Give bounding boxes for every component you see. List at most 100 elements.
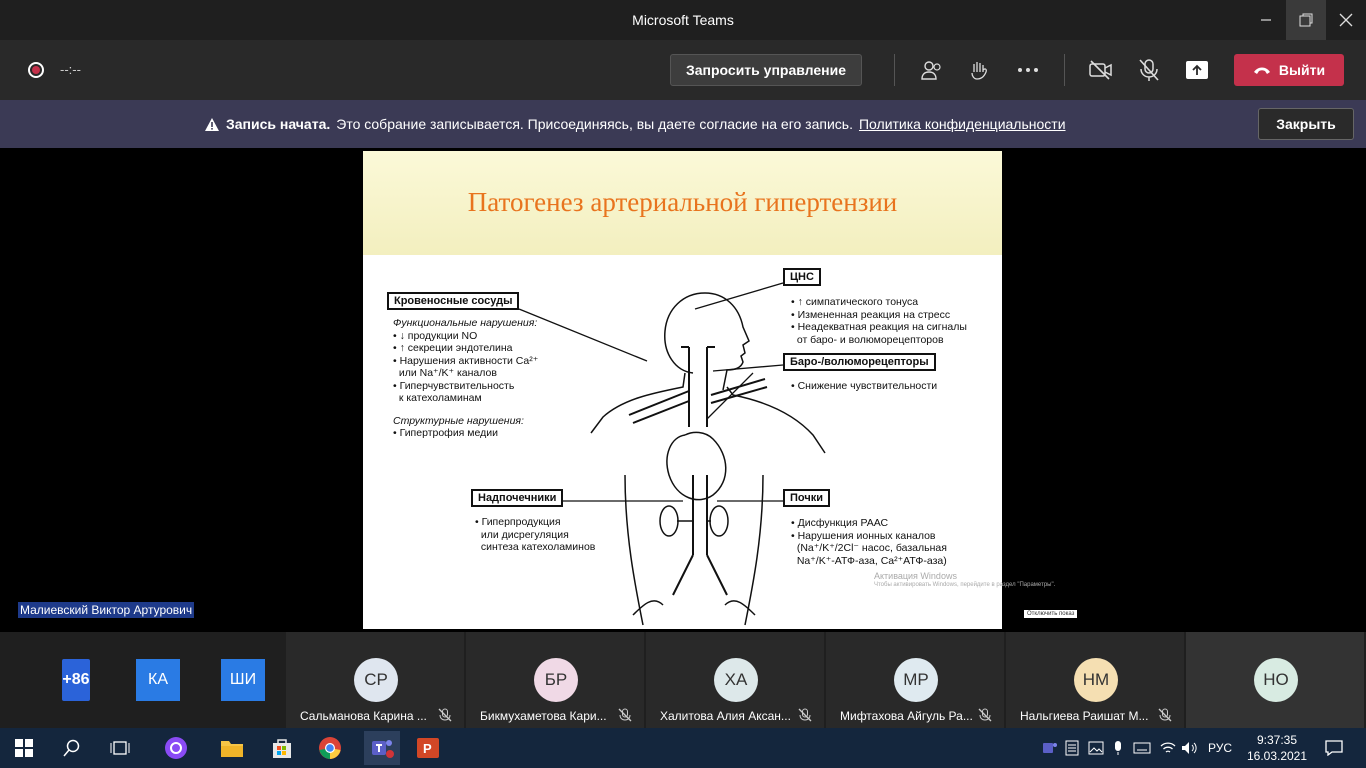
mic-muted-icon <box>978 708 992 722</box>
teams-icon <box>372 740 394 758</box>
kidney-l4: Na⁺/K⁺-АТФ-аза, Ca²⁺АТФ-аза) <box>791 554 947 567</box>
start-button[interactable] <box>10 734 38 762</box>
vessels-f2: • ↑ секреции эндотелина <box>393 342 513 354</box>
request-control-button[interactable]: Запросить управление <box>670 54 862 86</box>
wifi-icon <box>1160 742 1176 753</box>
vessels-s1: • Гипертрофия медии <box>393 427 498 439</box>
participant-tile[interactable]: БР Бикмухаметова Кари... <box>466 632 644 728</box>
activation-watermark: Активация Windows <box>874 571 957 581</box>
camera-off-icon <box>1089 60 1112 80</box>
vessels-header: Кровеносные сосуды <box>387 292 520 310</box>
participant-tile[interactable]: НО <box>1186 632 1364 728</box>
participant-tile[interactable]: ХА Халитова Алия Аксан... <box>646 632 824 728</box>
vessels-f4: или Na⁺/K⁺ каналов <box>393 367 497 379</box>
avatar: МР <box>894 658 938 702</box>
notifications-button[interactable] <box>1320 734 1348 762</box>
avatar: СР <box>354 658 398 702</box>
participant-name: Мифтахова Айгуль Ра... <box>840 709 973 723</box>
image-icon <box>1088 741 1104 755</box>
mic-muted-icon <box>438 708 452 722</box>
adrenal-l1: • Гиперпродукция <box>475 516 561 528</box>
activation-hint: Чтобы активировать Windows, перейдите в … <box>874 582 1056 588</box>
participant-tile[interactable]: СР Сальманова Карина ... <box>286 632 464 728</box>
privacy-link[interactable]: Политика конфиденциальности <box>859 116 1066 132</box>
alice-icon <box>165 737 187 759</box>
participants-button[interactable] <box>918 56 946 84</box>
leave-button[interactable]: Выйти <box>1234 54 1344 86</box>
baro-header: Баро-/волюморецепторы <box>783 353 936 371</box>
adrenal-l3: синтеза катехоламинов <box>475 541 596 553</box>
minimize-button[interactable] <box>1246 0 1286 40</box>
powerpoint-app[interactable]: P <box>414 734 442 762</box>
microphone-icon <box>1115 741 1121 755</box>
vessels-f6: к катехоламинам <box>393 392 482 404</box>
cns-l2: • Измененная реакция на стресс <box>791 308 951 321</box>
folder-icon <box>221 741 243 757</box>
avatar[interactable]: КА <box>136 659 180 701</box>
vessels-functional: Функциональные нарушения: <box>393 317 538 329</box>
kidney-l3: (Na⁺/K⁺/2Cl⁻ насос, базальная <box>791 542 947 554</box>
vessels-f1: • ↓ продукции NO <box>393 329 478 342</box>
cns-l1: • ↑ симпатического тонуса <box>791 296 919 308</box>
camera-toggle-button[interactable] <box>1087 56 1115 84</box>
participant-tile[interactable]: МР Мифтахова Айгуль Ра... <box>826 632 1004 728</box>
clock[interactable]: 9:37:35 16.03.2021 <box>1246 732 1308 764</box>
avatar: НО <box>1254 658 1298 702</box>
search-icon <box>63 739 80 757</box>
share-button[interactable] <box>1183 56 1211 84</box>
cns-header: ЦНС <box>783 268 821 286</box>
taskbar: P РУС 9:37:35 16.03.2021 <box>0 728 1366 768</box>
adrenal-text: • Гиперпродукция или дисрегуляция синтез… <box>475 516 595 554</box>
store-app[interactable] <box>268 734 296 762</box>
slide-header: Патогенез артериальной гипертензии <box>363 151 1002 255</box>
avatar: НМ <box>1074 658 1118 702</box>
raise-hand-button[interactable] <box>966 56 994 84</box>
recording-icon <box>28 62 44 78</box>
adrenal-l2: или дисрегуляция <box>475 528 569 541</box>
input-language[interactable]: РУС <box>1208 741 1232 755</box>
tray-keyboard-icon[interactable] <box>1128 734 1156 762</box>
banner-text: Это собрание записывается. Присоединяясь… <box>336 116 853 132</box>
restore-icon <box>1299 13 1313 27</box>
more-icon <box>1018 68 1038 72</box>
vessels-structural: Структурные нарушения: <box>393 414 524 427</box>
avatar[interactable]: ШИ <box>221 659 265 701</box>
avatar: БР <box>534 658 578 702</box>
chrome-app[interactable] <box>316 734 344 762</box>
minimize-icon <box>1261 19 1271 21</box>
mic-toggle-button[interactable] <box>1135 56 1163 84</box>
task-view-button[interactable] <box>106 734 134 762</box>
alice-app[interactable] <box>162 734 190 762</box>
title-bar: Microsoft Teams <box>0 0 1366 40</box>
vessels-text: Функциональные нарушения: • ↓ продукции … <box>393 317 538 440</box>
windows-icon <box>15 739 33 757</box>
vessels-f3: • Нарушения активности Ca²⁺ <box>393 354 539 367</box>
window-title: Microsoft Teams <box>632 12 734 28</box>
teams-app[interactable] <box>364 731 400 765</box>
more-actions-button[interactable] <box>1014 56 1042 84</box>
divider <box>1064 54 1065 86</box>
stop-sharing-button[interactable]: Отключить показ <box>1024 610 1078 618</box>
speaker-name-label: Малиевский Виктор Артурович <box>18 602 195 618</box>
overflow-count-avatar[interactable]: +86 <box>54 659 98 701</box>
meeting-toolbar: --:-- Запросить управление Выйти <box>0 40 1366 100</box>
phone-hangup-icon <box>1253 67 1270 74</box>
restore-button[interactable] <box>1286 0 1326 40</box>
kidney-l2: • Нарушения ионных каналов <box>791 529 936 542</box>
baro-l1: • Снижение чувствительности <box>791 380 938 392</box>
volume-tray-button[interactable] <box>1176 734 1204 762</box>
participant-tile[interactable]: НМ Нальгиева Раишат М... <box>1006 632 1184 728</box>
keyboard-icon <box>1133 742 1151 754</box>
notification-icon <box>1325 740 1343 756</box>
explorer-app[interactable] <box>218 734 246 762</box>
svg-text:P: P <box>423 741 432 756</box>
participant-name: Бикмухаметова Кари... <box>480 709 607 723</box>
mic-muted-icon <box>1158 708 1172 722</box>
mic-muted-icon <box>798 708 812 722</box>
close-window-button[interactable] <box>1326 0 1366 40</box>
close-banner-button[interactable]: Закрыть <box>1258 108 1354 140</box>
document-icon <box>1065 740 1079 756</box>
search-button[interactable] <box>58 734 86 762</box>
reactions-icon <box>971 62 987 80</box>
participant-name: Халитова Алия Аксан... <box>660 709 791 723</box>
